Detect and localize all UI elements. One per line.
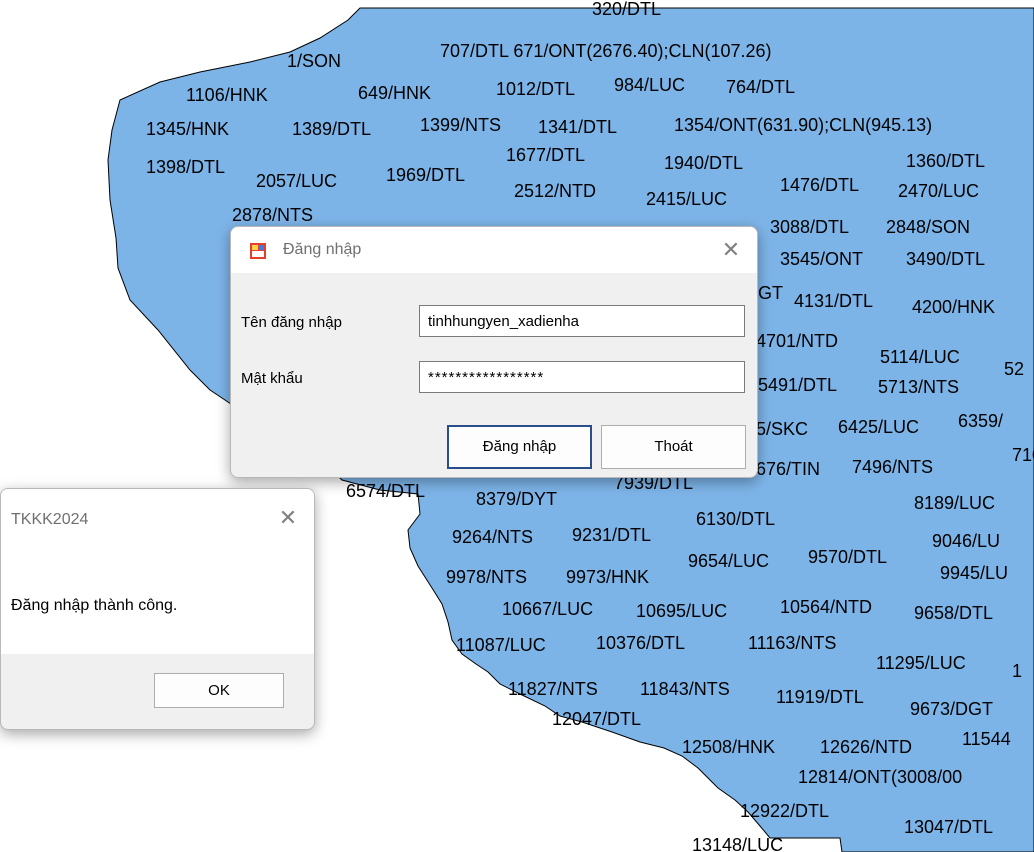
- parcel-label: 1106/HNK: [186, 85, 268, 105]
- parcel-label: 9264/NTS: [452, 527, 534, 547]
- parcel-label: 9046/LU: [932, 531, 1001, 551]
- parcel-label: 9654/LUC: [688, 551, 770, 571]
- parcel-label: 6425/LUC: [838, 417, 920, 437]
- parcel-label: 9570/DTL: [808, 547, 888, 567]
- parcel-label: 1969/DTL: [386, 165, 466, 185]
- login-titlebar: Đăng nhập ✕: [231, 227, 757, 273]
- parcel-label: 5491/DTL: [758, 375, 838, 395]
- parcel-label: 3545/ONT: [780, 249, 864, 269]
- parcel-label: 1345/HNK: [146, 119, 230, 139]
- parcel-label: 11544: [962, 729, 1011, 749]
- parcel-label: 6130/DTL: [696, 509, 776, 529]
- parcel-label: 707/DTL 671/ONT(2676.40);CLN(107.26): [440, 41, 772, 61]
- form-app-icon: [250, 243, 266, 259]
- parcel-label: 11087/LUC: [456, 635, 546, 655]
- parcel-label: 4701/NTD: [756, 331, 839, 351]
- parcel-label: 2848/SON: [886, 217, 971, 237]
- parcel-label: 13148/LUC: [692, 835, 784, 852]
- password-label: Mật khẩu: [241, 370, 303, 387]
- parcel-label: 1398/DTL: [146, 157, 226, 177]
- parcel-label: 7496/NTS: [852, 457, 934, 477]
- parcel-label: 2512/NTD: [514, 181, 597, 201]
- parcel-label: 5114/LUC: [880, 347, 960, 367]
- parcel-label: 3490/DTL: [906, 249, 986, 269]
- parcel-label: 2057/LUC: [256, 171, 338, 191]
- parcel-label: 12508/HNK: [682, 737, 776, 757]
- parcel-label: 3088/DTL: [770, 217, 850, 237]
- parcel-label: 9978/NTS: [446, 567, 528, 587]
- parcel-label: 11919/DTL: [776, 687, 864, 707]
- parcel-label: 1476/DTL: [780, 175, 860, 195]
- parcel-label: 11843/NTS: [640, 679, 730, 699]
- parcel-label: 1389/DTL: [292, 119, 372, 139]
- message-box-titlebar: TKKK2024 ✕: [1, 489, 314, 549]
- parcel-label: 52: [1004, 359, 1025, 379]
- parcel-label: 12626/NTD: [820, 737, 913, 757]
- parcel-label: 9973/HNK: [566, 567, 650, 587]
- parcel-label: 12814/ONT(3008/00: [798, 767, 963, 787]
- parcel-label: 1677/DTL: [506, 145, 586, 165]
- parcel-label: 320/DTL: [592, 0, 662, 19]
- parcel-label: 5713/NTS: [878, 377, 960, 397]
- parcel-label: 6359/: [958, 411, 1004, 431]
- parcel-label: 10667/LUC: [502, 599, 594, 619]
- parcel-label: 2470/LUC: [898, 181, 980, 201]
- parcel-label: 1/SON: [287, 51, 342, 71]
- parcel-label: 10564/NTD: [780, 597, 873, 617]
- parcel-label: 984/LUC: [614, 75, 686, 95]
- password-input[interactable]: [419, 361, 745, 393]
- parcel-label: 13047/DTL: [904, 817, 994, 837]
- parcel-label: 2415/LUC: [646, 189, 728, 209]
- parcel-label: 710: [1012, 445, 1034, 465]
- login-button[interactable]: Đăng nhập: [447, 425, 592, 469]
- login-dialog-title: Đăng nhập: [283, 241, 362, 258]
- parcel-label: 12922/DTL: [740, 801, 830, 821]
- parcel-label: 11827/NTS: [508, 679, 598, 699]
- parcel-label: 11163/NTS: [748, 633, 837, 653]
- parcel-label: GT: [758, 283, 783, 303]
- parcel-label: 12047/DTL: [552, 709, 642, 729]
- message-box-body: Đăng nhập thành công.: [1, 549, 314, 654]
- parcel-label: 9658/DTL: [914, 603, 994, 623]
- parcel-label: 1354/ONT(631.90);CLN(945.13): [674, 115, 933, 135]
- parcel-label: 6574/DTL: [346, 481, 426, 501]
- parcel-label: 4131/DTL: [794, 291, 874, 311]
- parcel-label: 9945/LU: [940, 563, 1009, 583]
- exit-button[interactable]: Thoát: [601, 425, 746, 469]
- message-box: TKKK2024 ✕ Đăng nhập thành công. OK: [0, 488, 315, 730]
- parcel-label: 764/DTL: [726, 77, 796, 97]
- parcel-label: 1940/DTL: [664, 153, 744, 173]
- parcel-label: 10376/DTL: [596, 633, 686, 653]
- username-input[interactable]: [419, 305, 745, 337]
- close-icon[interactable]: ✕: [270, 501, 306, 535]
- parcel-label: 8379/DYT: [476, 489, 558, 509]
- ok-button[interactable]: OK: [154, 673, 284, 708]
- parcel-label: 9231/DTL: [572, 525, 652, 545]
- parcel-label: 1399/NTS: [420, 115, 502, 135]
- parcel-label: 11295/LUC: [876, 653, 966, 673]
- message-box-title: TKKK2024: [11, 511, 89, 528]
- parcel-label: 1012/DTL: [496, 79, 576, 99]
- parcel-label: 1341/DTL: [538, 117, 618, 137]
- close-icon[interactable]: ✕: [713, 233, 749, 267]
- parcel-label: 9673/DGT: [910, 699, 994, 719]
- parcel-label: 1360/DTL: [906, 151, 986, 171]
- parcel-label: 2878/NTS: [232, 205, 314, 225]
- message-text: Đăng nhập thành công.: [11, 597, 178, 614]
- parcel-label: 8189/LUC: [914, 493, 996, 513]
- parcel-label: 1: [1012, 661, 1023, 681]
- parcel-label: 4200/HNK: [912, 297, 996, 317]
- parcel-label: 5/SKC: [756, 419, 809, 439]
- parcel-label: 649/HNK: [358, 83, 432, 103]
- parcel-label: 10695/LUC: [636, 601, 728, 621]
- login-dialog: Đăng nhập ✕ Tên đăng nhập Mật khẩu Đăng …: [230, 226, 758, 478]
- username-label: Tên đăng nhập: [241, 314, 342, 331]
- parcel-label: 676/TIN: [756, 459, 821, 479]
